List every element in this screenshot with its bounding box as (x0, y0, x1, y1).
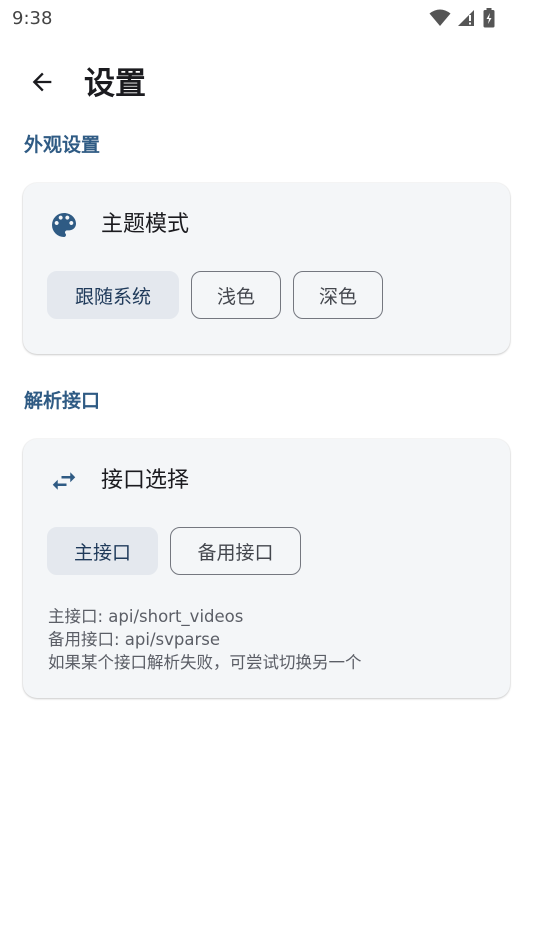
theme-option-dark[interactable]: 深色 (293, 271, 383, 319)
theme-option-follow-system[interactable]: 跟随系统 (47, 271, 179, 319)
api-info-backup: 备用接口: api/svparse (48, 630, 221, 649)
api-info: 主接口: api/short_videos 备用接口: api/svparse … (48, 605, 362, 674)
theme-mode-header: 主题模式 (47, 207, 189, 243)
api-option-backup[interactable]: 备用接口 (170, 527, 301, 575)
battery-icon (483, 8, 495, 28)
theme-option-light[interactable]: 浅色 (191, 271, 281, 319)
api-info-primary: 主接口: api/short_videos (48, 607, 244, 626)
api-select-card: 接口选择 主接口 备用接口 主接口: api/short_videos 备用接口… (23, 439, 510, 698)
api-select-title: 接口选择 (101, 468, 190, 493)
swap-arrows-icon (47, 464, 81, 498)
section-title-appearance: 外观设置 (24, 134, 101, 156)
status-icons (429, 8, 495, 28)
theme-mode-title: 主题模式 (101, 212, 190, 237)
page-title: 设置 (84, 66, 146, 102)
section-title-api: 解析接口 (24, 390, 101, 412)
theme-mode-options: 跟随系统 浅色 深色 (47, 271, 383, 319)
api-select-header: 接口选择 (47, 463, 189, 499)
theme-mode-card: 主题模式 跟随系统 浅色 深色 (23, 183, 510, 354)
status-bar: 9:38 (0, 0, 533, 36)
arrow-left-icon (28, 68, 56, 100)
api-option-primary[interactable]: 主接口 (47, 527, 158, 575)
app-bar: 设置 (0, 56, 533, 112)
api-info-hint: 如果某个接口解析失败，可尝试切换另一个 (48, 653, 362, 672)
signal-icon (457, 9, 477, 27)
wifi-icon (429, 9, 451, 27)
api-options: 主接口 备用接口 (47, 527, 301, 575)
status-time: 9:38 (12, 7, 53, 29)
back-button[interactable] (22, 64, 62, 104)
palette-icon (47, 208, 81, 242)
